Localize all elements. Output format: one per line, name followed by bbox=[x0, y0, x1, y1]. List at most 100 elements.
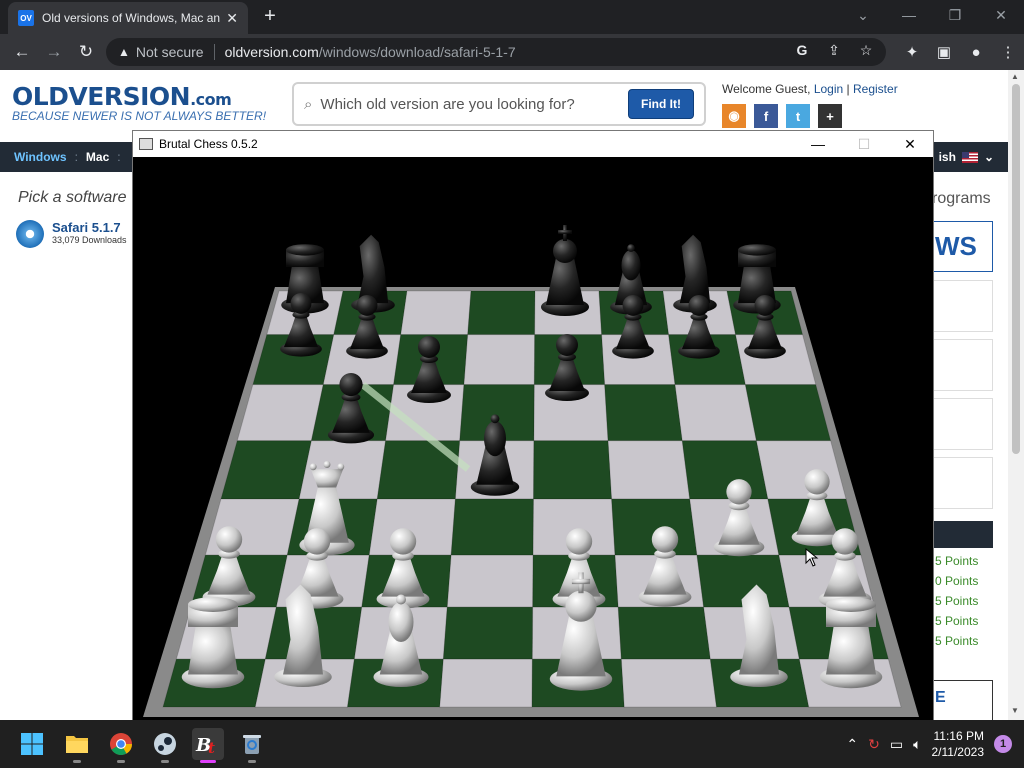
piece-part bbox=[396, 594, 406, 605]
browser-tab[interactable]: OV Old versions of Windows, Mac an ✕ bbox=[8, 2, 248, 34]
recycle-app-button[interactable] bbox=[236, 728, 268, 763]
volume-icon[interactable]: 🔈︎ bbox=[913, 736, 921, 753]
facebook-icon[interactable]: f bbox=[754, 104, 778, 128]
board-square[interactable] bbox=[674, 384, 758, 442]
new-tab-button[interactable]: + bbox=[258, 4, 282, 28]
board-squares[interactable] bbox=[162, 290, 902, 708]
software-item[interactable]: Safari 5.1.7 33,079 Downloads bbox=[16, 220, 127, 248]
software-name[interactable]: Safari 5.1.7 bbox=[52, 220, 127, 235]
chess-board-scene[interactable] bbox=[133, 157, 933, 721]
sync-icon[interactable]: ↻ bbox=[868, 736, 880, 753]
extensions-icon[interactable]: ✦ bbox=[896, 36, 928, 68]
safari-icon bbox=[16, 220, 44, 248]
twitter-icon[interactable]: t bbox=[786, 104, 810, 128]
reload-button[interactable]: ↻ bbox=[70, 36, 102, 68]
search-input[interactable]: Which old version are you looking for? bbox=[320, 96, 628, 113]
language-selector[interactable]: ish ⌄ bbox=[939, 150, 994, 164]
nav-windows[interactable]: Windows bbox=[14, 150, 67, 164]
us-flag-icon bbox=[961, 151, 978, 163]
running-indicator bbox=[161, 760, 169, 763]
board-square[interactable] bbox=[617, 606, 711, 660]
scrollbar-thumb[interactable] bbox=[1012, 84, 1020, 454]
start-button[interactable] bbox=[16, 728, 48, 760]
security-status[interactable]: Not secure bbox=[136, 44, 204, 60]
game-title-bar[interactable]: Brutal Chess 0.5.2 — ☐ ✕ bbox=[133, 131, 933, 157]
page-scrollbar[interactable]: ▲ ▼ bbox=[1008, 70, 1024, 720]
notification-badge[interactable]: 1 bbox=[994, 735, 1012, 753]
side-header-bar bbox=[932, 521, 993, 548]
piece-part bbox=[826, 627, 876, 675]
board-square[interactable] bbox=[532, 440, 613, 500]
steam-button[interactable] bbox=[149, 728, 181, 763]
side-card[interactable] bbox=[932, 280, 993, 332]
points-item: 5 Points bbox=[935, 614, 979, 628]
back-button[interactable]: ← bbox=[6, 36, 38, 68]
warning-icon[interactable]: ▲ bbox=[118, 45, 130, 59]
piece-part bbox=[826, 597, 876, 612]
google-icon[interactable]: G bbox=[792, 42, 812, 59]
side-card[interactable] bbox=[932, 398, 993, 450]
piece-part bbox=[188, 597, 238, 612]
side-panel-icon[interactable]: ▣ bbox=[928, 36, 960, 68]
board-square[interactable] bbox=[439, 658, 533, 708]
board-square[interactable] bbox=[604, 384, 683, 442]
running-indicator bbox=[200, 760, 216, 763]
rss-icon[interactable]: ◉ bbox=[722, 104, 746, 128]
board-square[interactable] bbox=[442, 606, 534, 660]
board-square[interactable] bbox=[467, 290, 536, 336]
board-square[interactable] bbox=[220, 440, 313, 500]
side-card[interactable] bbox=[932, 457, 993, 509]
game-minimize-button[interactable]: — bbox=[795, 131, 841, 157]
file-explorer-button[interactable] bbox=[61, 728, 93, 763]
chevron-up-icon[interactable]: ⌃ bbox=[846, 736, 858, 753]
game-close-button[interactable]: ✕ bbox=[887, 131, 933, 157]
board-square[interactable] bbox=[681, 440, 769, 500]
bookmark-star-icon[interactable]: ☆ bbox=[856, 42, 876, 59]
points-item: 5 Points bbox=[935, 594, 979, 608]
google-plus-icon[interactable]: + bbox=[818, 104, 842, 128]
board-square[interactable] bbox=[236, 384, 324, 442]
minimize-button[interactable]: — bbox=[886, 0, 932, 30]
clock[interactable]: 11:16 PM 2/11/2023 bbox=[932, 728, 985, 760]
restore-button[interactable]: ❐ bbox=[932, 0, 978, 30]
board-square[interactable] bbox=[620, 658, 718, 708]
login-link[interactable]: Login bbox=[814, 82, 843, 96]
board-square[interactable] bbox=[463, 334, 536, 386]
board-square[interactable] bbox=[744, 384, 832, 442]
brutal-chess-button[interactable]: B t bbox=[192, 728, 224, 763]
piece-part bbox=[356, 294, 378, 316]
nav-mac[interactable]: Mac bbox=[86, 150, 109, 164]
register-link[interactable]: Register bbox=[853, 82, 898, 96]
board-square[interactable] bbox=[400, 290, 472, 336]
piece-part bbox=[754, 294, 776, 316]
close-button[interactable]: ✕ bbox=[978, 0, 1024, 30]
menu-icon[interactable]: ⋮ bbox=[992, 36, 1024, 68]
share-icon[interactable]: ⇪ bbox=[824, 42, 844, 59]
side-box[interactable]: E bbox=[932, 680, 993, 720]
forward-button[interactable]: → bbox=[38, 36, 70, 68]
scroll-up-icon[interactable]: ▲ bbox=[1011, 72, 1019, 81]
site-logo[interactable]: OLDVERSION.com BECAUSE NEWER IS NOT ALWA… bbox=[12, 82, 266, 123]
piece-part bbox=[484, 421, 506, 457]
piece-part bbox=[831, 528, 859, 555]
piece-part bbox=[571, 578, 591, 585]
windows-logo-icon bbox=[21, 733, 43, 755]
scroll-down-icon[interactable]: ▼ bbox=[1011, 706, 1019, 715]
tab-close-icon[interactable]: ✕ bbox=[226, 10, 238, 27]
news-banner[interactable]: WS bbox=[932, 221, 993, 272]
chrome-button[interactable] bbox=[105, 728, 137, 763]
board-square[interactable] bbox=[446, 554, 534, 608]
piece-part bbox=[726, 479, 752, 505]
address-path: /windows/download/safari-5-1-7 bbox=[318, 44, 516, 60]
browser-window-controls: ⌄ — ❐ ✕ bbox=[840, 0, 1024, 30]
find-button[interactable]: Find It! bbox=[628, 89, 694, 119]
board-square[interactable] bbox=[607, 440, 691, 500]
network-icon[interactable]: ▭ bbox=[890, 736, 903, 753]
address-bar[interactable]: ▲ Not secure oldversion.com /windows/dow… bbox=[106, 38, 886, 66]
clock-time: 11:16 PM bbox=[933, 729, 984, 743]
profile-icon[interactable]: ● bbox=[960, 36, 992, 68]
tab-search-icon[interactable]: ⌄ bbox=[840, 0, 886, 30]
side-card[interactable] bbox=[932, 339, 993, 391]
board-square[interactable] bbox=[450, 498, 535, 556]
board-square[interactable] bbox=[755, 440, 847, 500]
